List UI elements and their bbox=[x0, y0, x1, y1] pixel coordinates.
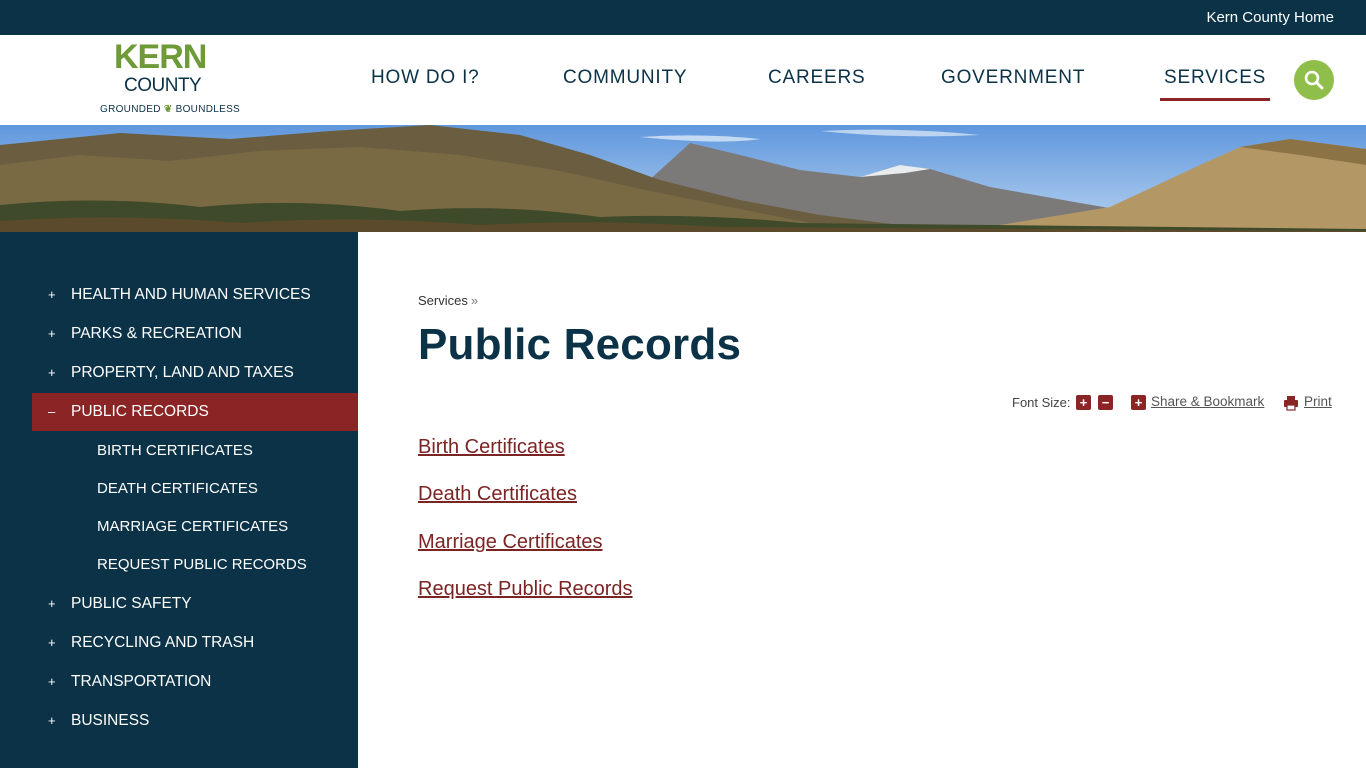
print-link[interactable]: Print bbox=[1304, 394, 1332, 409]
sidebar-item-transportation[interactable]: + TRANSPORTATION bbox=[32, 663, 358, 701]
breadcrumb-services-link[interactable]: Services bbox=[418, 293, 468, 308]
nav-government[interactable]: GOVERNMENT bbox=[941, 67, 1085, 89]
top-utility-bar: Kern County Home bbox=[0, 0, 1366, 35]
increase-font-button[interactable]: + bbox=[1076, 395, 1091, 410]
minus-icon: – bbox=[48, 404, 56, 419]
search-button[interactable] bbox=[1294, 60, 1334, 100]
nav-how-do-i[interactable]: HOW DO I? bbox=[371, 67, 480, 89]
sidebar-item-label: PUBLIC RECORDS bbox=[71, 403, 209, 420]
sidebar-item-label: PUBLIC SAFETY bbox=[71, 595, 192, 612]
share-icon: + bbox=[1131, 395, 1146, 410]
sidebar-subitem-death-certificates[interactable]: DEATH CERTIFICATES bbox=[97, 479, 258, 499]
sidebar-item-parks-recreation[interactable]: + PARKS & RECREATION bbox=[32, 315, 358, 353]
plus-icon: + bbox=[48, 713, 56, 728]
sidebar-item-recycling-and-trash[interactable]: + RECYCLING AND TRASH bbox=[32, 624, 358, 662]
sidebar-item-health-and-human-services[interactable]: + HEALTH AND HUMAN SERVICES bbox=[32, 276, 358, 314]
sidebar-item-business[interactable]: + BUSINESS bbox=[32, 702, 358, 740]
logo-line1: KERN bbox=[114, 38, 207, 76]
nav-careers[interactable]: CAREERS bbox=[768, 67, 865, 89]
plus-icon: + bbox=[48, 326, 56, 341]
plus-icon: + bbox=[48, 287, 56, 302]
plus-icon: + bbox=[48, 596, 56, 611]
print-icon bbox=[1284, 396, 1298, 411]
sidebar-item-public-records[interactable]: – PUBLIC RECORDS bbox=[32, 393, 358, 431]
main-content: Services» Public Records Font Size: + − … bbox=[358, 232, 1366, 768]
site-header: KERN COUNTY GROUNDED ❦ BOUNDLESS HOW DO … bbox=[0, 35, 1366, 125]
sidebar-item-label: BUSINESS bbox=[71, 712, 150, 729]
kern-county-home-link[interactable]: Kern County Home bbox=[1206, 9, 1334, 26]
logo-tag-left: GROUNDED bbox=[100, 104, 161, 115]
nav-community[interactable]: COMMUNITY bbox=[563, 67, 687, 89]
sidebar-item-property-land-taxes[interactable]: + PROPERTY, LAND AND TAXES bbox=[32, 354, 358, 392]
section-sidebar: + HEALTH AND HUMAN SERVICES + PARKS & RE… bbox=[0, 232, 358, 768]
link-request-public-records[interactable]: Request Public Records bbox=[418, 578, 633, 601]
logo-tagline: GROUNDED ❦ BOUNDLESS bbox=[100, 104, 240, 115]
link-marriage-certificates[interactable]: Marriage Certificates bbox=[418, 531, 603, 554]
kern-county-logo[interactable]: KERN COUNTY GROUNDED ❦ BOUNDLESS bbox=[96, 40, 242, 120]
link-death-certificates[interactable]: Death Certificates bbox=[418, 483, 577, 506]
sidebar-item-label: HEALTH AND HUMAN SERVICES bbox=[71, 286, 311, 303]
sidebar-item-public-safety[interactable]: + PUBLIC SAFETY bbox=[32, 585, 358, 623]
nav-services[interactable]: SERVICES bbox=[1159, 67, 1271, 101]
sidebar-subitem-request-public-records[interactable]: REQUEST PUBLIC RECORDS bbox=[97, 555, 307, 575]
link-birth-certificates[interactable]: Birth Certificates bbox=[418, 436, 565, 459]
plus-icon: + bbox=[48, 635, 56, 650]
sidebar-item-label: PARKS & RECREATION bbox=[71, 325, 242, 342]
mountain-banner-image bbox=[0, 125, 1366, 232]
logo-line2: COUNTY bbox=[124, 75, 202, 96]
plus-icon: + bbox=[48, 365, 56, 380]
sidebar-subitem-birth-certificates[interactable]: BIRTH CERTIFICATES bbox=[97, 441, 253, 461]
plus-icon: + bbox=[48, 674, 56, 689]
breadcrumb: Services» bbox=[418, 293, 478, 308]
breadcrumb-separator: » bbox=[470, 293, 479, 308]
sidebar-item-label: TRANSPORTATION bbox=[71, 673, 212, 690]
page-tools: Font Size: + − + Share & Bookmark Print bbox=[358, 393, 1334, 413]
logo-tag-right: BOUNDLESS bbox=[175, 104, 241, 115]
leaf-icon: ❦ bbox=[163, 104, 173, 115]
sidebar-item-label: RECYCLING AND TRASH bbox=[71, 634, 255, 651]
search-icon bbox=[1304, 70, 1324, 90]
decrease-font-button[interactable]: − bbox=[1098, 395, 1113, 410]
page-title: Public Records bbox=[418, 320, 742, 369]
sidebar-item-label: PROPERTY, LAND AND TAXES bbox=[71, 364, 294, 381]
sidebar-subitem-marriage-certificates[interactable]: MARRIAGE CERTIFICATES bbox=[97, 517, 288, 537]
font-size-label: Font Size: bbox=[1012, 395, 1071, 410]
mountain-landscape-icon bbox=[0, 125, 1366, 232]
share-bookmark-link[interactable]: Share & Bookmark bbox=[1151, 394, 1264, 409]
